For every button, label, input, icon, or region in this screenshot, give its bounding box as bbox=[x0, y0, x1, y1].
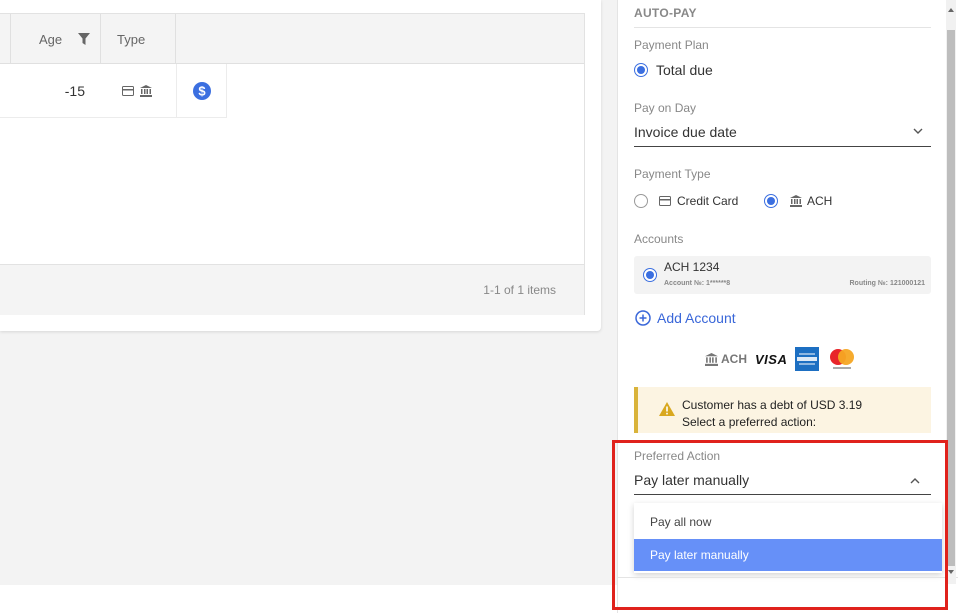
warning-line-debt: Customer has a debt of USD 3.19 bbox=[682, 398, 863, 412]
page-footer-strip bbox=[0, 585, 617, 613]
panel-scrollbar[interactable] bbox=[946, 0, 956, 584]
credit-card-option-label: Credit Card bbox=[677, 194, 739, 208]
payment-plan-option-label: Total due bbox=[656, 62, 713, 78]
add-account-label: Add Account bbox=[657, 310, 736, 326]
column-header-previous[interactable] bbox=[0, 14, 11, 64]
payment-type-label: Payment Type bbox=[634, 167, 711, 181]
ach-logo-label: ACH bbox=[721, 352, 747, 366]
pager-info: 1-1 of 1 items bbox=[483, 283, 556, 297]
chevron-down-icon bbox=[913, 128, 923, 134]
visa-logo: VISA bbox=[755, 351, 788, 367]
preferred-action-value: Pay later manually bbox=[634, 472, 750, 488]
column-header-age-label: Age bbox=[39, 31, 63, 47]
preferred-action-select[interactable]: Pay later manually bbox=[634, 468, 931, 495]
column-header-age[interactable]: Age bbox=[11, 14, 101, 64]
credit-card-icon bbox=[122, 86, 134, 96]
payment-logos: ACH VISA bbox=[705, 347, 857, 371]
preferred-action-label: Preferred Action bbox=[634, 449, 721, 463]
plus-circle-icon bbox=[635, 310, 651, 326]
menu-item-pay-all-now[interactable]: Pay all now bbox=[634, 506, 942, 538]
grid-header: Age Type bbox=[0, 14, 584, 64]
credit-card-icon bbox=[659, 196, 671, 206]
scroll-thumb[interactable] bbox=[947, 30, 955, 566]
warning-text: Customer has a debt of USD 3.19 Select a… bbox=[682, 397, 862, 431]
grid-pager: 1-1 of 1 items bbox=[0, 264, 584, 315]
payment-type-option-credit-card[interactable]: Credit Card bbox=[634, 194, 738, 208]
chevron-up-icon bbox=[910, 478, 920, 484]
menu-item-pay-later-manually[interactable]: Pay later manually bbox=[634, 539, 942, 571]
credit-card-radio[interactable] bbox=[634, 194, 648, 208]
pay-action-cell: $ bbox=[176, 64, 227, 118]
mastercard-logo bbox=[827, 347, 857, 371]
pay-on-day-label: Pay on Day bbox=[634, 101, 697, 115]
scroll-down-arrow-icon[interactable] bbox=[948, 570, 954, 574]
column-header-type-label: Type bbox=[117, 31, 146, 47]
invoice-grid-card: Age Type -15 $ 1-1 of 1 items bbox=[0, 0, 601, 331]
bank-icon bbox=[705, 352, 718, 366]
account-number: Account №: 1******8 bbox=[664, 280, 731, 287]
section-divider bbox=[634, 27, 931, 28]
filter-icon[interactable] bbox=[78, 33, 90, 45]
debt-warning: Customer has a debt of USD 3.19 Select a… bbox=[634, 387, 931, 433]
payment-plan-radio[interactable] bbox=[634, 63, 648, 77]
panel-divider bbox=[618, 577, 958, 578]
svg-text:$: $ bbox=[198, 84, 206, 99]
warning-icon bbox=[659, 402, 675, 416]
ach-logo: ACH bbox=[705, 352, 747, 366]
ach-option-label: ACH bbox=[807, 194, 833, 208]
ach-radio[interactable] bbox=[764, 194, 778, 208]
routing-number: Routing №: 121000121 bbox=[849, 280, 926, 287]
pay-on-day-value: Invoice due date bbox=[634, 124, 737, 140]
table-row[interactable]: -15 $ bbox=[0, 64, 227, 118]
accounts-label: Accounts bbox=[634, 232, 684, 246]
dollar-icon[interactable]: $ bbox=[193, 82, 211, 100]
amex-logo bbox=[795, 347, 820, 371]
preferred-action-menu: Pay all now Pay later manually bbox=[634, 503, 942, 573]
account-radio[interactable] bbox=[643, 268, 657, 282]
section-title: AUTO-PAY bbox=[634, 6, 697, 20]
type-cell bbox=[101, 64, 176, 118]
autopay-panel: AUTO-PAY Payment Plan Total due Pay on D… bbox=[617, 0, 965, 613]
column-header-type[interactable]: Type bbox=[101, 14, 176, 64]
add-account-button[interactable]: Add Account bbox=[635, 310, 736, 326]
payment-type-option-ach[interactable]: ACH bbox=[764, 194, 832, 208]
account-name: ACH 1234 bbox=[664, 260, 720, 274]
age-cell: -15 bbox=[64, 83, 85, 99]
bank-icon bbox=[790, 195, 802, 207]
invoice-grid: Age Type -15 $ 1-1 of 1 items bbox=[0, 13, 585, 315]
bank-icon bbox=[140, 85, 152, 97]
payment-plan-option-total-due[interactable]: Total due bbox=[634, 62, 713, 78]
warning-line-prompt: Select a preferred action: bbox=[682, 415, 817, 429]
account-card[interactable]: ACH 1234 Account №: 1******8 Routing №: … bbox=[634, 256, 931, 294]
scroll-up-arrow-icon[interactable] bbox=[948, 8, 954, 12]
payment-plan-label: Payment Plan bbox=[634, 38, 709, 52]
pay-on-day-select[interactable]: Invoice due date bbox=[634, 120, 931, 147]
